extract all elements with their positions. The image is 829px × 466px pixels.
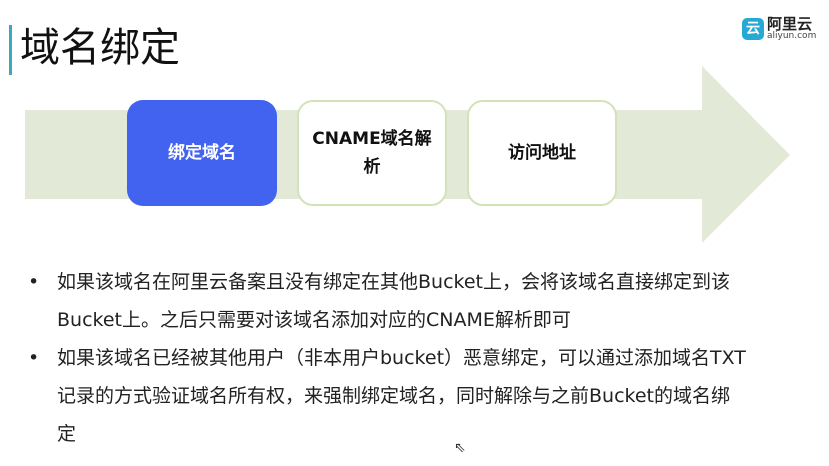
bullet-item: 如果该域名已经被其他用户（非本用户bucket）恶意绑定，可以通过添加域名TXT… — [28, 339, 748, 453]
step-access: 访问地址 — [467, 100, 617, 206]
step-cname: CNAME域名解析 — [297, 100, 447, 206]
step-bind-domain: 绑定域名 — [127, 100, 277, 206]
bullet-list: 如果该域名在阿里云备案且没有绑定在其他Bucket上，会将该域名直接绑定到该Bu… — [28, 263, 748, 453]
mouse-cursor-icon: ⇖ — [454, 440, 466, 456]
bullet-item: 如果该域名在阿里云备案且没有绑定在其他Bucket上，会将该域名直接绑定到该Bu… — [28, 263, 748, 339]
